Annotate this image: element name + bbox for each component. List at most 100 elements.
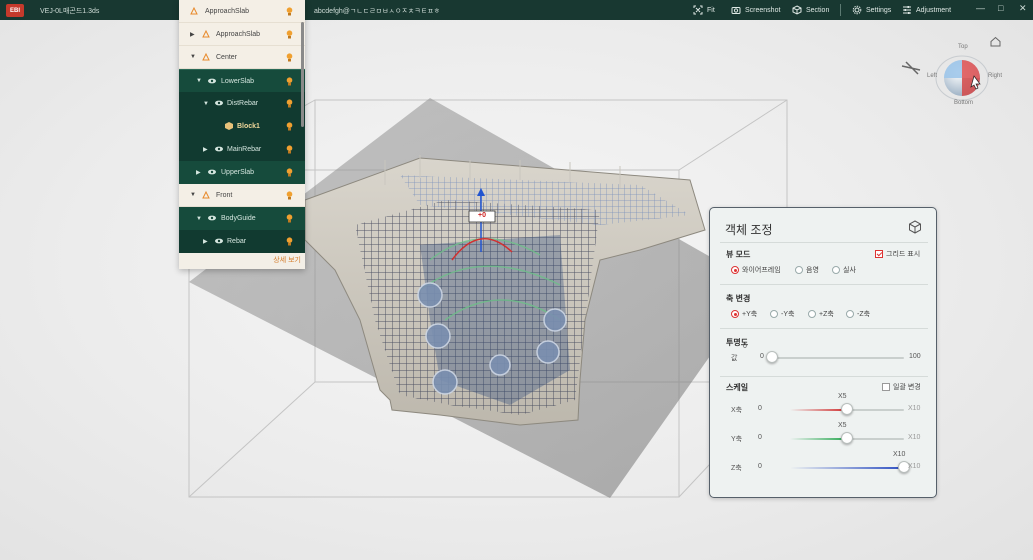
detail-link[interactable]: 상세 보기	[273, 255, 301, 265]
bulb-icon[interactable]	[286, 77, 293, 86]
tree-item-center[interactable]: ▼ Center	[179, 46, 305, 69]
radio-dot[interactable]	[832, 266, 840, 274]
radio-label: 음영	[806, 267, 819, 274]
tree-item-rebar[interactable]: ▶ Rebar	[179, 230, 305, 253]
tree-item-distrebar[interactable]: ▼ DistRebar	[179, 92, 305, 115]
settings-button[interactable]: Settings	[852, 5, 891, 15]
eye-icon[interactable]	[207, 76, 217, 86]
radio-wireframe[interactable]: 와이어프레임	[731, 265, 781, 275]
tree-item-lowerslab[interactable]: ▼ LowerSlab	[179, 69, 305, 92]
radio-dot[interactable]	[731, 266, 739, 274]
expand-toggle[interactable]: ▶	[190, 31, 195, 38]
gizmo-top-label[interactable]: Top	[958, 44, 968, 50]
minimize-button[interactable]: —	[976, 3, 985, 13]
tree-item-front[interactable]: ▼ Front	[179, 184, 305, 207]
radio-dot[interactable]	[770, 310, 778, 318]
tree-item-approachslab[interactable]: ▶ ApproachSlab	[179, 23, 305, 46]
bulb-icon[interactable]	[286, 30, 293, 39]
transparency-value: 0	[743, 343, 747, 350]
radio-minus-y[interactable]: -Y축	[770, 309, 794, 319]
triangle-node-icon	[190, 6, 198, 15]
scale-x-label: X축	[731, 407, 743, 414]
expand-toggle[interactable]: ▶	[203, 238, 208, 245]
tree-item-bodyguide[interactable]: ▼ BodyGuide	[179, 207, 305, 230]
section-button[interactable]: Section	[792, 5, 829, 15]
section-label: Section	[806, 6, 830, 14]
adjustment-button[interactable]: Adjustment	[902, 5, 951, 15]
scale-y-slider-thumb[interactable]	[841, 432, 853, 444]
expand-toggle[interactable]: ▼	[190, 192, 196, 198]
bulb-icon[interactable]	[286, 145, 293, 154]
view-mode-title: 뷰 모드	[726, 250, 751, 259]
maximize-button[interactable]: □	[998, 3, 1003, 13]
divider	[720, 242, 928, 243]
expand-toggle[interactable]: ▶	[203, 146, 208, 153]
radio-label: 실사	[843, 267, 856, 274]
settings-label: Settings	[866, 6, 892, 14]
eye-icon[interactable]	[207, 167, 217, 177]
axis-value-label: +0	[478, 212, 486, 219]
radio-dot[interactable]	[795, 266, 803, 274]
fit-icon	[693, 5, 703, 15]
radio-plus-y[interactable]: +Y축	[731, 309, 757, 319]
gizmo-left-label[interactable]: Left	[927, 73, 937, 79]
radio-realistic[interactable]: 실사	[832, 265, 856, 275]
eye-icon[interactable]	[214, 236, 224, 246]
scale-x-value: X5	[838, 393, 847, 400]
bulb-icon[interactable]	[286, 214, 293, 223]
expand-toggle[interactable]: ▶	[196, 169, 201, 176]
tree-item-approachslab-root[interactable]: ApproachSlab	[179, 0, 305, 23]
tree-item-label: Block1	[237, 123, 260, 130]
radio-dot[interactable]	[731, 310, 739, 318]
bulb-icon[interactable]	[286, 168, 293, 177]
screenshot-button[interactable]: Screenshot	[731, 5, 780, 15]
transparency-slider-thumb[interactable]	[766, 351, 778, 363]
radio-dot[interactable]	[808, 310, 816, 318]
radio-dot[interactable]	[846, 310, 854, 318]
home-icon[interactable]	[990, 36, 1001, 47]
eye-icon[interactable]	[207, 213, 217, 223]
checkbox-box[interactable]	[875, 250, 883, 258]
scale-x-max: X10	[908, 405, 921, 412]
fit-button[interactable]: Fit	[693, 5, 715, 15]
radio-shaded[interactable]: 음영	[795, 265, 819, 275]
radio-label: +Y축	[742, 311, 758, 318]
triangle-node-icon	[202, 190, 210, 199]
bulb-icon[interactable]	[286, 191, 293, 200]
eye-icon[interactable]	[214, 98, 224, 108]
radio-plus-z[interactable]: +Z축	[808, 309, 834, 319]
uniform-scale-checkbox[interactable]: 일괄 변경	[882, 382, 921, 392]
bulb-icon[interactable]	[286, 53, 293, 62]
scale-y-min: 0	[758, 434, 762, 441]
grid-checkbox[interactable]: 그리드 표시	[875, 249, 920, 259]
close-button[interactable]: ✕	[1019, 3, 1027, 14]
transparency-track[interactable]	[772, 357, 904, 359]
checkbox-box[interactable]	[882, 383, 890, 391]
scale-z-track[interactable]	[790, 467, 904, 469]
bulb-icon[interactable]	[286, 237, 293, 246]
tree-item-upperslab[interactable]: ▶ UpperSlab	[179, 161, 305, 184]
bulb-icon[interactable]	[286, 7, 293, 16]
bulb-icon[interactable]	[286, 99, 293, 108]
view-sphere[interactable]	[900, 40, 1010, 120]
object-adjust-panel: 객체 조정 뷰 모드 그리드 표시 와이어프레임 음영 실사 축 변경 +Y축 …	[709, 207, 937, 498]
expand-toggle[interactable]: ▼	[203, 101, 209, 107]
gizmo-bottom-label[interactable]: Bottom	[954, 100, 973, 106]
scale-title: 스케일	[726, 383, 749, 392]
scale-x-slider-thumb[interactable]	[841, 403, 853, 415]
triangle-node-icon	[202, 29, 210, 38]
scene-path: abcdefgh@ㄱㄴㄷㄹㅁㅂㅅㅇㅈㅊㅋㅌㅍㅎ	[314, 8, 441, 15]
expand-toggle[interactable]: ▼	[196, 78, 202, 84]
gizmo-right-label[interactable]: Right	[988, 73, 1002, 79]
tree-item-block1[interactable]: Block1	[179, 115, 305, 138]
expand-toggle[interactable]: ▼	[196, 216, 202, 222]
divider	[720, 284, 928, 285]
eye-icon[interactable]	[214, 144, 224, 154]
view-cube-gizmo[interactable]: Top Left Right Bottom	[900, 40, 1010, 120]
expand-toggle[interactable]: ▼	[190, 54, 196, 60]
radio-minus-z[interactable]: -Z축	[846, 309, 870, 319]
tree-item-mainrebar[interactable]: ▶ MainRebar	[179, 138, 305, 161]
scale-z-max: X10	[908, 463, 921, 470]
tree-scrollbar[interactable]	[301, 22, 304, 127]
bulb-icon[interactable]	[286, 122, 293, 131]
